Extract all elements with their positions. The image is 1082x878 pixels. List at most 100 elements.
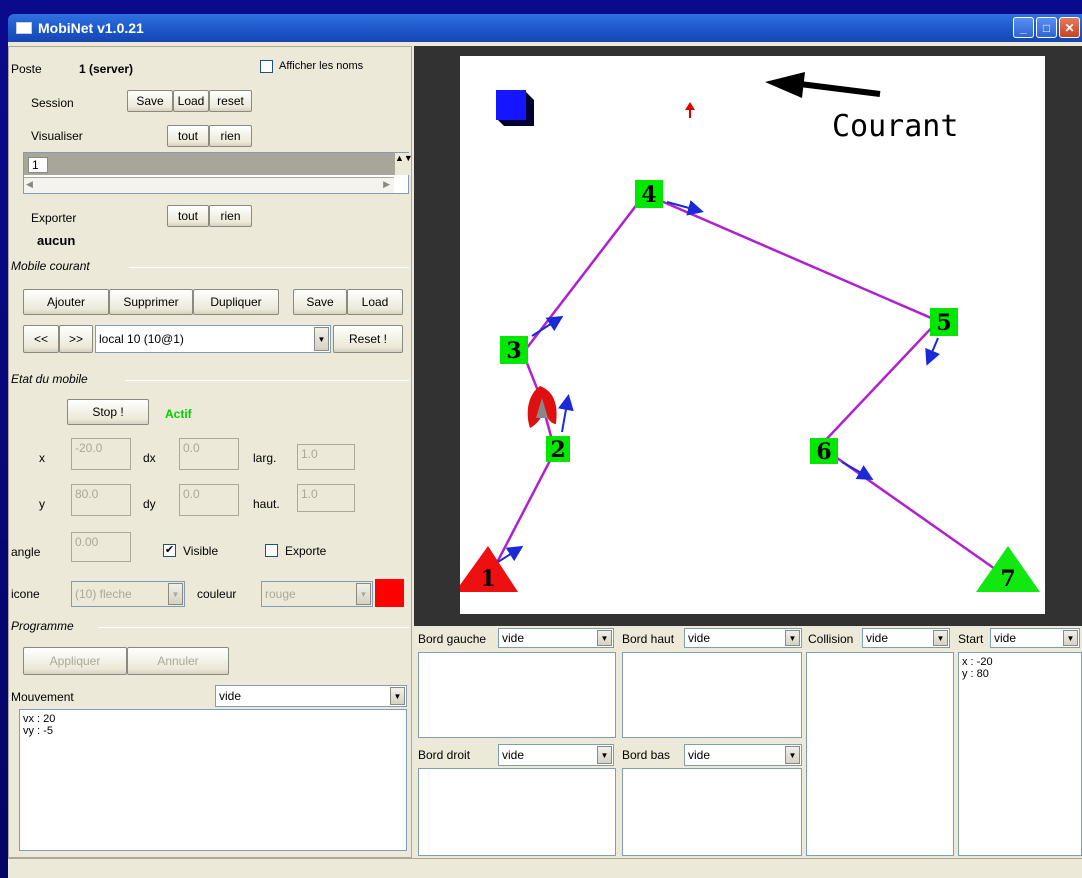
cube-icon xyxy=(496,90,534,126)
chevron-down-icon[interactable]: ▼ xyxy=(1063,630,1078,646)
mouvement-select[interactable]: vide ▼ xyxy=(215,685,407,707)
ajouter-button[interactable]: Ajouter xyxy=(23,289,109,315)
visible-label: Visible xyxy=(183,544,219,558)
start-label: Start xyxy=(958,632,984,646)
session-reset-button[interactable]: reset xyxy=(209,90,252,112)
appliquer-button[interactable]: Appliquer xyxy=(23,647,127,675)
simulation-canvas[interactable]: Courant 4 3 5 2 6 1 7 xyxy=(455,56,1045,614)
haut-field[interactable]: 1.0 xyxy=(297,484,355,512)
status-actif: Actif xyxy=(165,407,192,421)
session-load-button[interactable]: Load xyxy=(173,90,209,112)
y-field[interactable]: 80.0 xyxy=(71,484,131,516)
couleur-select[interactable]: rouge ▼ xyxy=(261,581,373,607)
node-3[interactable]: 3 xyxy=(500,336,528,364)
svg-text:2: 2 xyxy=(550,437,565,463)
chevron-down-icon[interactable]: ▼ xyxy=(933,630,948,646)
app-icon xyxy=(16,22,32,34)
exporter-rien-button[interactable]: rien xyxy=(209,205,252,227)
close-icon[interactable]: ✕ xyxy=(1059,17,1080,38)
visualiser-rien-button[interactable]: rien xyxy=(209,125,252,147)
bord-haut-select[interactable]: vide ▼ xyxy=(684,628,802,648)
annuler-button[interactable]: Annuler xyxy=(127,647,229,675)
bord-gauche-select[interactable]: vide ▼ xyxy=(498,628,614,648)
collision-label: Collision xyxy=(808,632,854,646)
node-6[interactable]: 6 xyxy=(810,438,838,465)
current-mobile-icon xyxy=(527,386,557,428)
larg-field[interactable]: 1.0 xyxy=(297,444,355,470)
maximize-icon[interactable]: □ xyxy=(1036,17,1057,38)
collision-editor[interactable] xyxy=(806,652,954,856)
reset-mobile-button[interactable]: Reset ! xyxy=(333,325,403,353)
exporte-checkbox[interactable] xyxy=(265,544,278,557)
poste-label: Poste xyxy=(11,62,42,76)
chevron-down-icon[interactable]: ▼ xyxy=(597,630,612,646)
start-select[interactable]: vide ▼ xyxy=(990,628,1080,648)
supprimer-button[interactable]: Supprimer xyxy=(109,289,193,315)
color-swatch[interactable] xyxy=(375,579,404,607)
bord-bas-select[interactable]: vide ▼ xyxy=(684,744,802,766)
session-label: Session xyxy=(31,96,74,110)
x-field[interactable]: -20.0 xyxy=(71,438,131,470)
haut-label: haut. xyxy=(253,497,280,511)
list-scroll-horizontal[interactable]: ◀ ▶ xyxy=(24,177,394,193)
svg-text:7: 7 xyxy=(1000,566,1015,592)
chevron-down-icon[interactable]: ▼ xyxy=(168,583,183,605)
chevron-down-icon[interactable]: ▼ xyxy=(785,630,800,646)
bord-droit-editor[interactable] xyxy=(418,768,616,856)
bord-droit-select[interactable]: vide ▼ xyxy=(498,744,614,766)
exporter-label: Exporter xyxy=(31,211,77,225)
next-button[interactable]: >> xyxy=(59,325,93,353)
icone-label: icone xyxy=(11,587,40,601)
load-button[interactable]: Load xyxy=(347,289,403,315)
status-bar xyxy=(8,858,1082,878)
scroll-left-icon[interactable]: ◀ xyxy=(26,179,33,190)
courant-label: Courant xyxy=(832,109,958,144)
exporter-tout-button[interactable]: tout xyxy=(167,205,209,227)
collision-select[interactable]: vide ▼ xyxy=(862,628,950,648)
canvas-drawing: Courant 4 3 5 2 6 1 7 xyxy=(455,72,1040,592)
list-scroll-vertical[interactable]: ▲▼ xyxy=(394,153,413,175)
svg-text:6: 6 xyxy=(816,439,831,465)
title-bar: MobiNet v1.0.21 _ □ ✕ xyxy=(8,14,1082,42)
list-item[interactable]: 1 xyxy=(24,153,394,175)
node-5[interactable]: 5 xyxy=(930,308,958,336)
chevron-down-icon[interactable]: ▼ xyxy=(785,746,800,764)
dx-field[interactable]: 0.0 xyxy=(179,438,239,470)
node-4[interactable]: 4 xyxy=(635,180,663,208)
previous-button[interactable]: << xyxy=(23,325,59,353)
angle-field[interactable]: 0.00 xyxy=(71,532,131,562)
window-controls: _ □ ✕ xyxy=(1013,17,1080,38)
icone-select[interactable]: (10) fleche ▼ xyxy=(71,581,185,607)
x-label: x xyxy=(39,451,45,465)
afficher-noms-checkbox[interactable] xyxy=(260,60,273,73)
divider xyxy=(125,380,409,381)
mobile-select[interactable]: local 10 (10@1) ▼ xyxy=(95,325,331,353)
chevron-down-icon[interactable]: ▼ xyxy=(356,583,371,605)
exporte-label: Exporte xyxy=(285,544,327,558)
chevron-down-icon[interactable]: ▼ xyxy=(314,327,329,351)
stop-button[interactable]: Stop ! xyxy=(67,399,149,425)
chevron-down-icon[interactable]: ▼ xyxy=(597,746,612,764)
save-button[interactable]: Save xyxy=(293,289,347,315)
mouvement-editor[interactable]: vx : 20 vy : -5 xyxy=(19,709,407,851)
node-7[interactable]: 7 xyxy=(976,546,1040,592)
dupliquer-button[interactable]: Dupliquer xyxy=(193,289,279,315)
mobile-courant-heading: Mobile courant xyxy=(11,259,90,273)
node-1[interactable]: 1 xyxy=(455,546,518,592)
visible-checkbox[interactable]: ✔ xyxy=(163,544,176,557)
visualiser-tout-button[interactable]: tout xyxy=(167,125,209,147)
visualiser-list[interactable]: 1 ▲▼ ◀ ▶ xyxy=(23,152,413,194)
bord-gauche-editor[interactable] xyxy=(418,652,616,738)
scroll-right-icon[interactable]: ▶ xyxy=(383,179,390,190)
minimize-icon[interactable]: _ xyxy=(1013,17,1034,38)
bord-haut-editor[interactable] xyxy=(622,652,802,738)
dy-label: dy xyxy=(143,497,156,511)
session-save-button[interactable]: Save xyxy=(127,90,173,112)
node-2[interactable]: 2 xyxy=(546,436,570,463)
chevron-down-icon[interactable]: ▼ xyxy=(390,687,405,705)
start-editor[interactable]: x : -20 y : 80 xyxy=(958,652,1082,856)
programme-heading: Programme xyxy=(11,619,74,633)
dy-field[interactable]: 0.0 xyxy=(179,484,239,516)
courant-arrow-icon xyxy=(765,72,881,98)
bord-bas-editor[interactable] xyxy=(622,768,802,856)
